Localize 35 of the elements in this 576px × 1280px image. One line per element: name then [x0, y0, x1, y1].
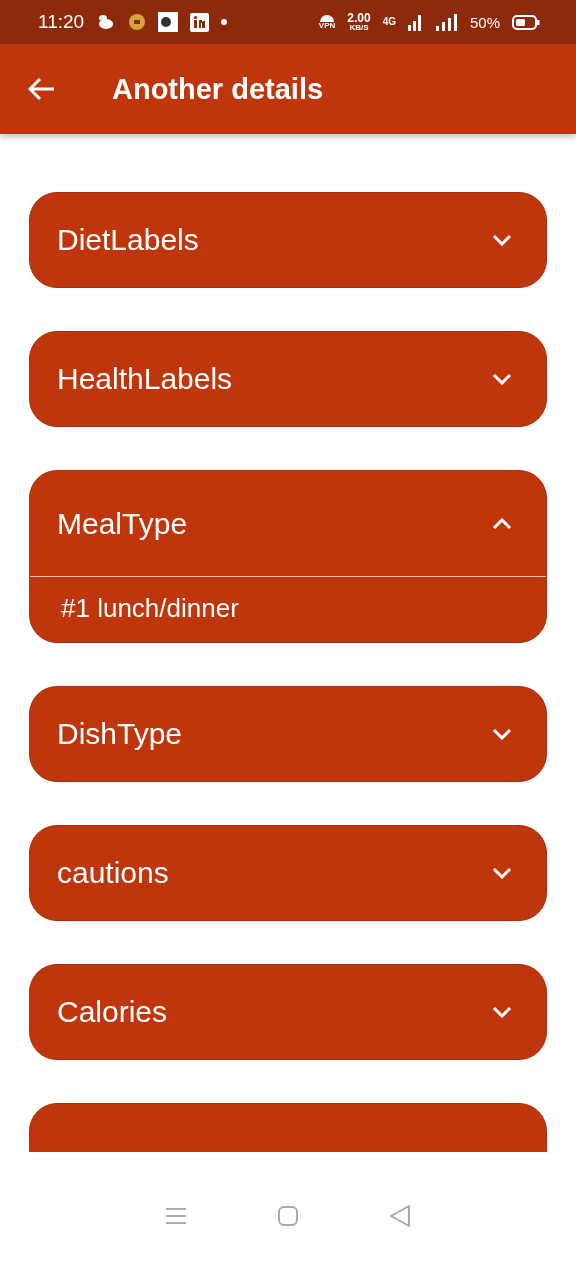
app-icon: [158, 12, 179, 32]
chevron-down-icon[interactable]: [492, 728, 512, 740]
chevron-down-icon[interactable]: [492, 867, 512, 879]
accordion-card[interactable]: HealthLabels: [29, 331, 547, 427]
signal-icon: [435, 13, 458, 31]
chevron-up-icon[interactable]: [492, 517, 512, 530]
speedometer-icon: [319, 14, 336, 22]
clock: 11:20: [38, 11, 85, 33]
page-title: Another details: [112, 72, 324, 106]
section-title: Calories: [57, 995, 169, 1029]
battery-percent: 50%: [469, 13, 500, 31]
accordion-card[interactable]: DishType: [29, 686, 547, 782]
accordion-card[interactable]: Calories: [29, 964, 547, 1060]
linkedin-icon: [190, 12, 210, 32]
vpn-label: VPN: [318, 22, 336, 30]
section-title: DishType: [57, 717, 184, 751]
section-title: MealType: [57, 506, 189, 541]
coin-icon: [128, 13, 147, 31]
section-item: #1 lunch/dinner: [60, 592, 240, 625]
section-title: cautions: [57, 856, 170, 890]
chevron-down-icon[interactable]: [492, 234, 512, 246]
accordion-card[interactable]: DietLabels: [29, 192, 547, 288]
chevron-down-icon[interactable]: [492, 1006, 512, 1018]
speed-unit: KB/S: [349, 24, 369, 32]
dot-icon: [221, 19, 228, 25]
section-title: DietLabels: [57, 223, 200, 257]
accordion-card[interactable]: cautions: [29, 825, 547, 921]
section-title: HealthLabels: [57, 362, 234, 396]
chevron-down-icon[interactable]: [492, 373, 512, 385]
accordion-card[interactable]: MealType #1 lunch/dinner: [29, 470, 547, 643]
signal-icon: [407, 13, 424, 31]
speed-value: 2.00: [347, 12, 371, 24]
back-arrow-icon[interactable]: [28, 77, 56, 101]
network-type: 4G: [382, 17, 396, 27]
battery-icon: [512, 14, 540, 30]
